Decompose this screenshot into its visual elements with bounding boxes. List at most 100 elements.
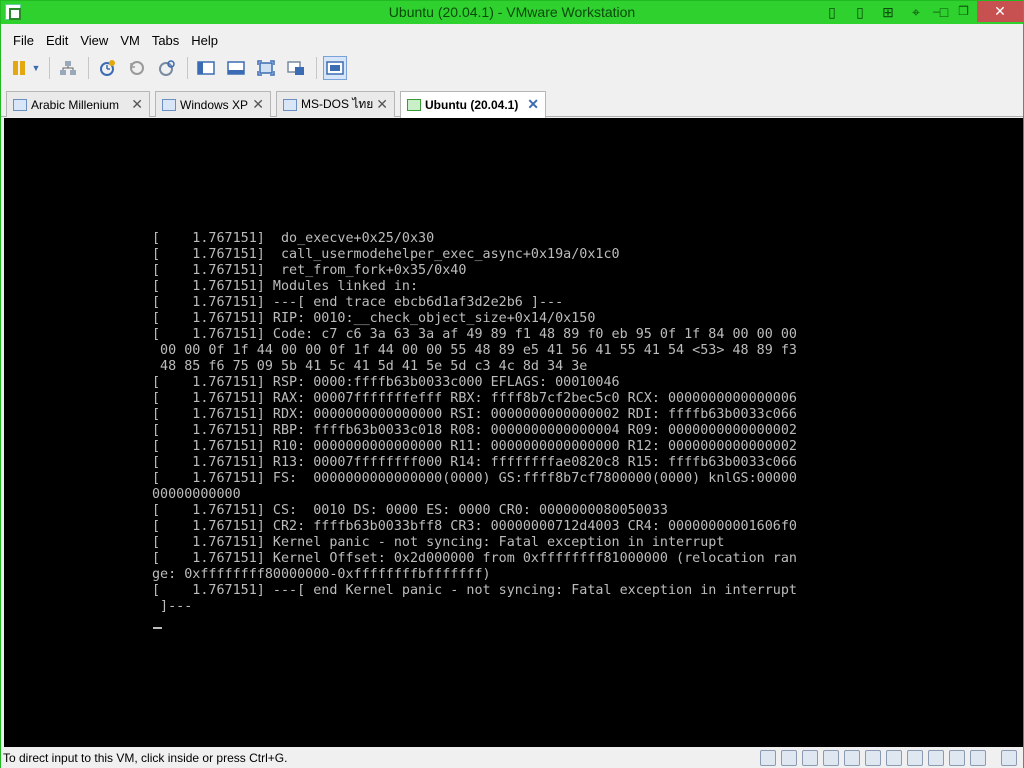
cd-dvd-icon[interactable]: [781, 750, 797, 766]
send-ctrl-alt-del-button[interactable]: [56, 56, 80, 80]
tab-label: Arabic Millenium: [31, 97, 120, 112]
network-adapter-icon[interactable]: [823, 750, 839, 766]
console-line: ]---: [152, 599, 193, 614]
full-screen-button[interactable]: [254, 56, 278, 80]
shared-folder-icon[interactable]: [949, 750, 965, 766]
thumbnail-bar-button[interactable]: [224, 56, 248, 80]
vm-icon: [283, 98, 297, 111]
window-buttons: – ❐ ✕: [923, 1, 1023, 22]
menu-vm[interactable]: VM: [114, 30, 146, 52]
tab-close-icon[interactable]: ✕: [527, 96, 539, 113]
tab-label: MS-DOS ไทย: [301, 97, 374, 111]
toolbar-separator: [187, 57, 188, 79]
console-line: [ 1.767151] RAX: 00007fffffffefff RBX: f…: [152, 391, 797, 406]
display-icon[interactable]: [928, 750, 944, 766]
snapshot-icon: [100, 60, 115, 76]
network-icon: [60, 61, 76, 75]
tab-windows-xp[interactable]: Windows XP ✕: [155, 91, 271, 117]
tab-ubuntu[interactable]: Ubuntu (20.04.1) ✕: [400, 91, 546, 118]
tab-close-icon[interactable]: ✕: [252, 96, 264, 113]
power-dropdown-button[interactable]: ▼: [31, 56, 41, 80]
console-line: [ 1.767151] do_execve+0x25/0x30: [152, 231, 435, 246]
fullscreen-icon: [257, 60, 275, 76]
toolbar-separator: [88, 57, 89, 79]
vm-running-icon: [407, 99, 421, 111]
snapshot-manager-icon: [159, 60, 175, 76]
status-message: To direct input to this VM, click inside…: [3, 751, 288, 765]
console-line: ge: 0xffffffff80000000-0xffffffffbffffff…: [152, 567, 491, 582]
device-status-icons: [760, 750, 1017, 766]
text-cursor: [153, 627, 162, 629]
tab-arabic-millenium[interactable]: Arabic Millenium ✕: [6, 91, 150, 117]
vm-tab-strip: Arabic Millenium ✕ Windows XP ✕ MS-DOS ไ…: [1, 89, 1023, 118]
sound-icon[interactable]: [886, 750, 902, 766]
snapshot-manager-button[interactable]: [155, 56, 179, 80]
menu-tabs[interactable]: Tabs: [146, 30, 185, 52]
console-line: [ 1.767151] RDX: 0000000000000000 RSI: 0…: [152, 407, 797, 422]
hard-disk-icon[interactable]: [760, 750, 776, 766]
close-button[interactable]: ✕: [977, 1, 1023, 22]
floppy-icon[interactable]: [802, 750, 818, 766]
tab-label: Windows XP: [180, 97, 249, 112]
tab-label: Ubuntu (20.04.1): [425, 98, 519, 112]
tab-close-icon[interactable]: ✕: [131, 96, 143, 113]
menu-file[interactable]: File: [7, 30, 40, 52]
vm-console[interactable]: [ 1.767151] do_execve+0x25/0x30[ 1.76715…: [4, 118, 1023, 747]
usb-device-icon[interactable]: [907, 750, 923, 766]
toolbar-separator: [316, 57, 317, 79]
console-line: [ 1.767151] CR2: ffffb63b0033bff8 CR3: 0…: [152, 519, 797, 534]
minimize-button[interactable]: –: [923, 1, 950, 22]
maximize-button[interactable]: ❐: [950, 1, 977, 22]
console-line: [ 1.767151] FS: 0000000000000000(0000) G…: [152, 471, 797, 486]
pin-toolbar-icon[interactable]: ▯: [823, 3, 841, 21]
take-snapshot-button[interactable]: [95, 56, 119, 80]
vmware-window: Ubuntu (20.04.1) - VMware Workstation ▯ …: [0, 0, 1024, 768]
console-line: [ 1.767151] Modules linked in:: [152, 279, 419, 294]
revert-snapshot-button[interactable]: [125, 56, 149, 80]
console-line: 48 85 f6 75 09 5b 41 5c 41 5d 41 5e 5d c…: [152, 359, 588, 374]
console-line: [ 1.767151] RIP: 0010:__check_object_siz…: [152, 311, 596, 326]
console-line: [ 1.767151] R13: 00007ffffffff000 R14: f…: [152, 455, 797, 470]
console-line: [ 1.767151] call_usermodehelper_exec_asy…: [152, 247, 620, 262]
vm-icon: [13, 98, 27, 111]
console-line: [ 1.767151] RBP: ffffb63b0033c018 R08: 0…: [152, 423, 797, 438]
menu-edit[interactable]: Edit: [40, 30, 74, 52]
console-line: [ 1.767151] Kernel Offset: 0x2d000000 fr…: [152, 551, 797, 566]
menu-view[interactable]: View: [74, 30, 114, 52]
layout-grid-icon[interactable]: ⊞: [879, 3, 897, 21]
toolbar-separator: [49, 57, 50, 79]
console-line: 00 00 0f 1f 44 00 00 0f 1f 44 00 00 55 4…: [152, 343, 797, 358]
toolbar: ▼: [1, 53, 1023, 83]
chevron-down-icon: ▼: [31, 63, 41, 73]
console-line: [ 1.767151] ---[ end trace ebcb6d1af3d2e…: [152, 295, 564, 310]
vm-icon: [162, 98, 176, 111]
console-line: [ 1.767151] CS: 0010 DS: 0000 ES: 0000 C…: [152, 503, 668, 518]
unity-button[interactable]: [284, 56, 308, 80]
library-icon: [197, 61, 215, 75]
thumbnail-icon: [227, 61, 245, 75]
console-line: 00000000000: [152, 487, 241, 502]
usb-icon[interactable]: [865, 750, 881, 766]
console-output: [ 1.767151] do_execve+0x25/0x30[ 1.76715…: [152, 231, 797, 615]
tab-close-icon[interactable]: ✕: [376, 96, 388, 113]
console-view-icon: [326, 61, 344, 75]
console-line: [ 1.767151] RSP: 0000:ffffb63b0033c000 E…: [152, 375, 620, 390]
printer-icon[interactable]: [844, 750, 860, 766]
unity-icon: [287, 61, 304, 75]
thumbnail-bar-icon[interactable]: ▯: [851, 3, 869, 21]
console-line: [ 1.767151] Kernel panic - not syncing: …: [152, 535, 725, 550]
tab-ms-dos[interactable]: MS-DOS ไทย ✕: [276, 91, 395, 117]
menu-help[interactable]: Help: [185, 30, 224, 52]
message-log-icon[interactable]: [1001, 750, 1017, 766]
status-bar: To direct input to this VM, click inside…: [1, 748, 1023, 768]
device-icon[interactable]: [970, 750, 986, 766]
console-line: [ 1.767151] ---[ end Kernel panic - not …: [152, 583, 797, 598]
suspend-button[interactable]: [7, 56, 31, 80]
pause-icon: [13, 61, 25, 75]
show-library-button[interactable]: [194, 56, 218, 80]
console-line: [ 1.767151] R10: 0000000000000000 R11: 0…: [152, 439, 797, 454]
menu-bar: File Edit View VM Tabs Help: [1, 30, 224, 52]
title-bar[interactable]: Ubuntu (20.04.1) - VMware Workstation ▯ …: [1, 1, 1023, 24]
revert-icon: [130, 61, 144, 75]
console-view-button[interactable]: [323, 56, 347, 80]
